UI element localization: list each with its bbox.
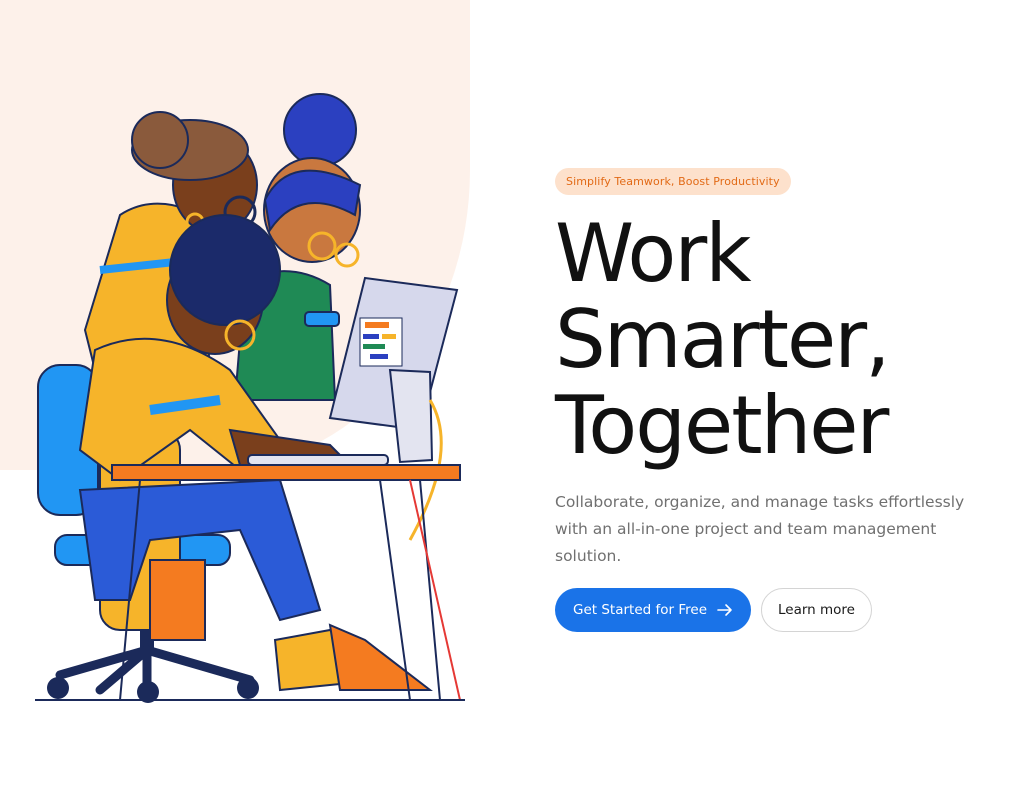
hero-section: Simplify Teamwork, Boost Productivity Wo…: [555, 168, 995, 632]
headline-line: Work: [555, 207, 752, 300]
hero-headline: Work Smarter, Together: [555, 211, 995, 469]
headline-line: Smarter,: [555, 293, 891, 386]
get-started-button[interactable]: Get Started for Free: [555, 588, 751, 632]
arrow-right-icon: [717, 603, 733, 617]
learn-more-button[interactable]: Learn more: [761, 588, 872, 632]
tagline-badge: Simplify Teamwork, Boost Productivity: [555, 168, 791, 195]
headline-line: Together: [555, 379, 889, 472]
hero-subtitle: Collaborate, organize, and manage tasks …: [555, 493, 965, 565]
cta-group: Get Started for Free Learn more: [555, 588, 995, 632]
get-started-label: Get Started for Free: [573, 602, 707, 618]
team-illustration: [35, 93, 465, 703]
